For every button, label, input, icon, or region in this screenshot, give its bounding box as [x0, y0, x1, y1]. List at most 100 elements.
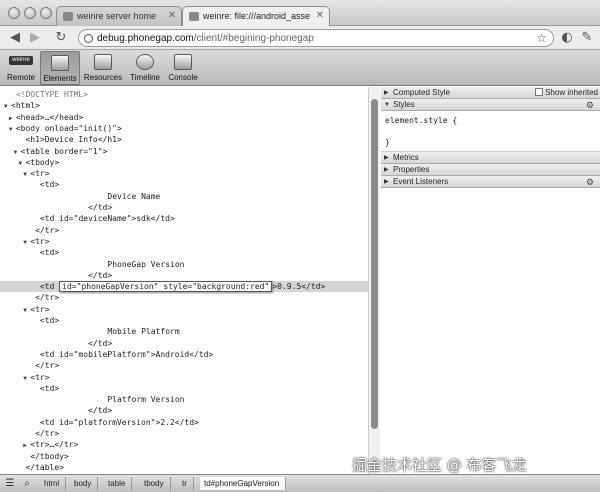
- tab-title: weinre server home: [77, 11, 157, 21]
- dom-node[interactable]: ▼ <tr>: [0, 236, 368, 247]
- tool-label: Elements: [43, 74, 77, 83]
- tab-weinre-file[interactable]: weinre: file:///android_asse ✕: [182, 6, 330, 27]
- zoom-window-button[interactable]: [40, 7, 52, 19]
- expand-arrow-icon: ▶: [384, 167, 389, 173]
- dom-node[interactable]: </tr>: [0, 360, 368, 371]
- minimize-window-button[interactable]: [24, 7, 36, 19]
- dom-node[interactable]: </table>: [0, 462, 368, 473]
- tool-console[interactable]: Console: [166, 51, 200, 85]
- tool-elements[interactable]: Elements: [40, 51, 80, 85]
- dom-node[interactable]: ▼ <table border="1">: [0, 146, 368, 157]
- attribute-edit-box[interactable]: id="phoneGapVersion" style="background:r…: [59, 281, 273, 293]
- dom-node[interactable]: ▼ <tr>: [0, 304, 368, 315]
- dom-node-text: <tr>: [30, 236, 50, 246]
- gear-icon[interactable]: ⚙: [586, 176, 594, 188]
- dom-tree-panel[interactable]: <!DOCTYPE HTML> ▼ <html> ▶ <head>…</head> ▼ <b…: [0, 87, 380, 474]
- breadcrumb-item[interactable]: tbody: [140, 477, 171, 490]
- breadcrumb-item[interactable]: body: [70, 477, 99, 490]
- breadcrumb-item[interactable]: html: [40, 477, 67, 490]
- tool-remote[interactable]: weinre Remote: [4, 51, 38, 85]
- dom-node[interactable]: ▼ <body onload="init()">: [0, 123, 368, 134]
- dom-node[interactable]: </tr>: [0, 428, 368, 439]
- metrics-section[interactable]: ▶ Metrics: [381, 152, 600, 164]
- dom-node[interactable]: ▼ <tr>: [0, 372, 368, 383]
- breadcrumb-item[interactable]: td#phoneGapVersion: [200, 477, 287, 490]
- expand-arrow-icon: ▶: [384, 179, 389, 185]
- dom-node[interactable]: <td>: [0, 315, 368, 326]
- wrench-menu-icon[interactable]: ✎: [578, 29, 596, 47]
- page-favicon-icon: [189, 12, 199, 21]
- dom-node-text: <td: [39, 282, 60, 292]
- scrollbar-thumb[interactable]: [371, 99, 378, 429]
- tool-timeline[interactable]: Timeline: [126, 51, 164, 85]
- dom-node[interactable]: </td>: [0, 405, 368, 416]
- address-bar[interactable]: debug.phonegap.com/client/#begining-phon…: [78, 29, 554, 47]
- tab-weinre-server-home[interactable]: weinre server home ✕: [56, 6, 182, 26]
- dom-node[interactable]: </tbody>: [0, 451, 368, 462]
- dom-node[interactable]: <td id="mobilePlatform">Android</td>: [0, 349, 368, 360]
- dom-node[interactable]: ▼ <html>: [0, 100, 368, 111]
- url-path: /client/#begining-phonegap: [193, 33, 314, 44]
- close-window-button[interactable]: [8, 7, 20, 19]
- dom-node-text: </tr>: [35, 361, 60, 371]
- dom-node[interactable]: <td>: [0, 179, 368, 190]
- properties-section[interactable]: ▶ Properties: [381, 164, 600, 176]
- tool-resources[interactable]: Resources: [82, 51, 124, 85]
- dom-node[interactable]: PhoneGap Version: [0, 259, 368, 270]
- dom-node[interactable]: </td>: [0, 338, 368, 349]
- dom-node[interactable]: Mobile Platform: [0, 326, 368, 337]
- breadcrumb-item[interactable]: tr: [178, 477, 194, 490]
- reload-icon[interactable]: ↻: [52, 29, 70, 47]
- dom-node[interactable]: </tr>: [0, 292, 368, 303]
- dom-node[interactable]: <!DOCTYPE HTML>: [0, 89, 368, 100]
- event-listeners-section[interactable]: ▶ Event Listeners ⚙: [381, 176, 600, 188]
- dom-scrollbar[interactable]: [368, 87, 380, 474]
- show-inherited-toggle[interactable]: Show inherited: [535, 87, 598, 99]
- dom-node[interactable]: Platform Version: [0, 394, 368, 405]
- element-style-close: }: [385, 138, 390, 147]
- inspector-toolbar: weinre Remote Elements Resources Timelin…: [0, 50, 600, 86]
- dom-node-text: <h1>Device Info</h1>: [25, 135, 122, 145]
- dom-node[interactable]: </td>: [0, 202, 368, 213]
- console-icon: [174, 54, 192, 70]
- dom-node[interactable]: </tr>: [0, 225, 368, 236]
- dom-node[interactable]: Device Name: [0, 191, 368, 202]
- dom-node-text: </td>: [88, 270, 113, 280]
- dom-node[interactable]: <td id="platformVersion">2.2</td>: [0, 417, 368, 428]
- section-title: Styles: [393, 100, 415, 109]
- bookmark-star-icon[interactable]: ☆: [536, 31, 547, 45]
- dom-node-text: <table border="1">: [20, 146, 108, 156]
- back-arrow-icon[interactable]: ◀: [6, 29, 24, 47]
- extension-icon[interactable]: ◐: [558, 29, 576, 47]
- dom-node[interactable]: <td>: [0, 247, 368, 258]
- dom-node[interactable]: <td id="deviceName">sdk</td>: [0, 213, 368, 224]
- dom-node[interactable]: </td>: [0, 270, 368, 281]
- dom-node-selected[interactable]: <td id="phoneGapVersion" style="backgrou…: [0, 281, 368, 293]
- dom-node-text: Mobile Platform: [107, 327, 180, 337]
- dom-node-text: <head>…</head>: [15, 112, 84, 122]
- element-style-rule[interactable]: element.style { }: [381, 112, 600, 152]
- dom-node[interactable]: <td>: [0, 383, 368, 394]
- expand-arrow-icon: ▶: [384, 155, 389, 161]
- forward-arrow-icon[interactable]: ▶: [26, 29, 44, 47]
- close-tab-icon[interactable]: ✕: [168, 10, 176, 21]
- computed-style-section[interactable]: ▶ Computed Style Show inherited: [381, 87, 600, 99]
- dom-node[interactable]: ▶ <tr>…</tr>: [0, 439, 368, 450]
- dom-node-text: <tr>: [30, 304, 50, 314]
- close-tab-icon[interactable]: ✕: [316, 10, 324, 21]
- styles-section[interactable]: ▼ Styles ⚙: [381, 99, 600, 111]
- dom-node[interactable]: ▼ <tbody>: [0, 157, 368, 168]
- tool-label: Resources: [83, 73, 123, 82]
- breadcrumb-item[interactable]: table: [104, 477, 133, 490]
- dom-node[interactable]: ▶ <head>…</head>: [0, 112, 368, 123]
- dom-node[interactable]: <h1>Device Info</h1>: [0, 134, 368, 145]
- dom-node[interactable]: ▼ <tr>: [0, 168, 368, 179]
- window-titlebar: weinre server home ✕ weinre: file:///and…: [0, 0, 600, 27]
- checkbox-icon[interactable]: [535, 88, 544, 96]
- dom-node-text: <td>: [39, 248, 60, 258]
- search-icon[interactable]: ⌕: [20, 477, 34, 491]
- console-toggle-icon[interactable]: ☰: [3, 477, 17, 491]
- dom-node-text: <tr>: [30, 169, 50, 179]
- dom-node-text: PhoneGap Version: [107, 259, 185, 269]
- gear-icon[interactable]: ⚙: [586, 99, 594, 111]
